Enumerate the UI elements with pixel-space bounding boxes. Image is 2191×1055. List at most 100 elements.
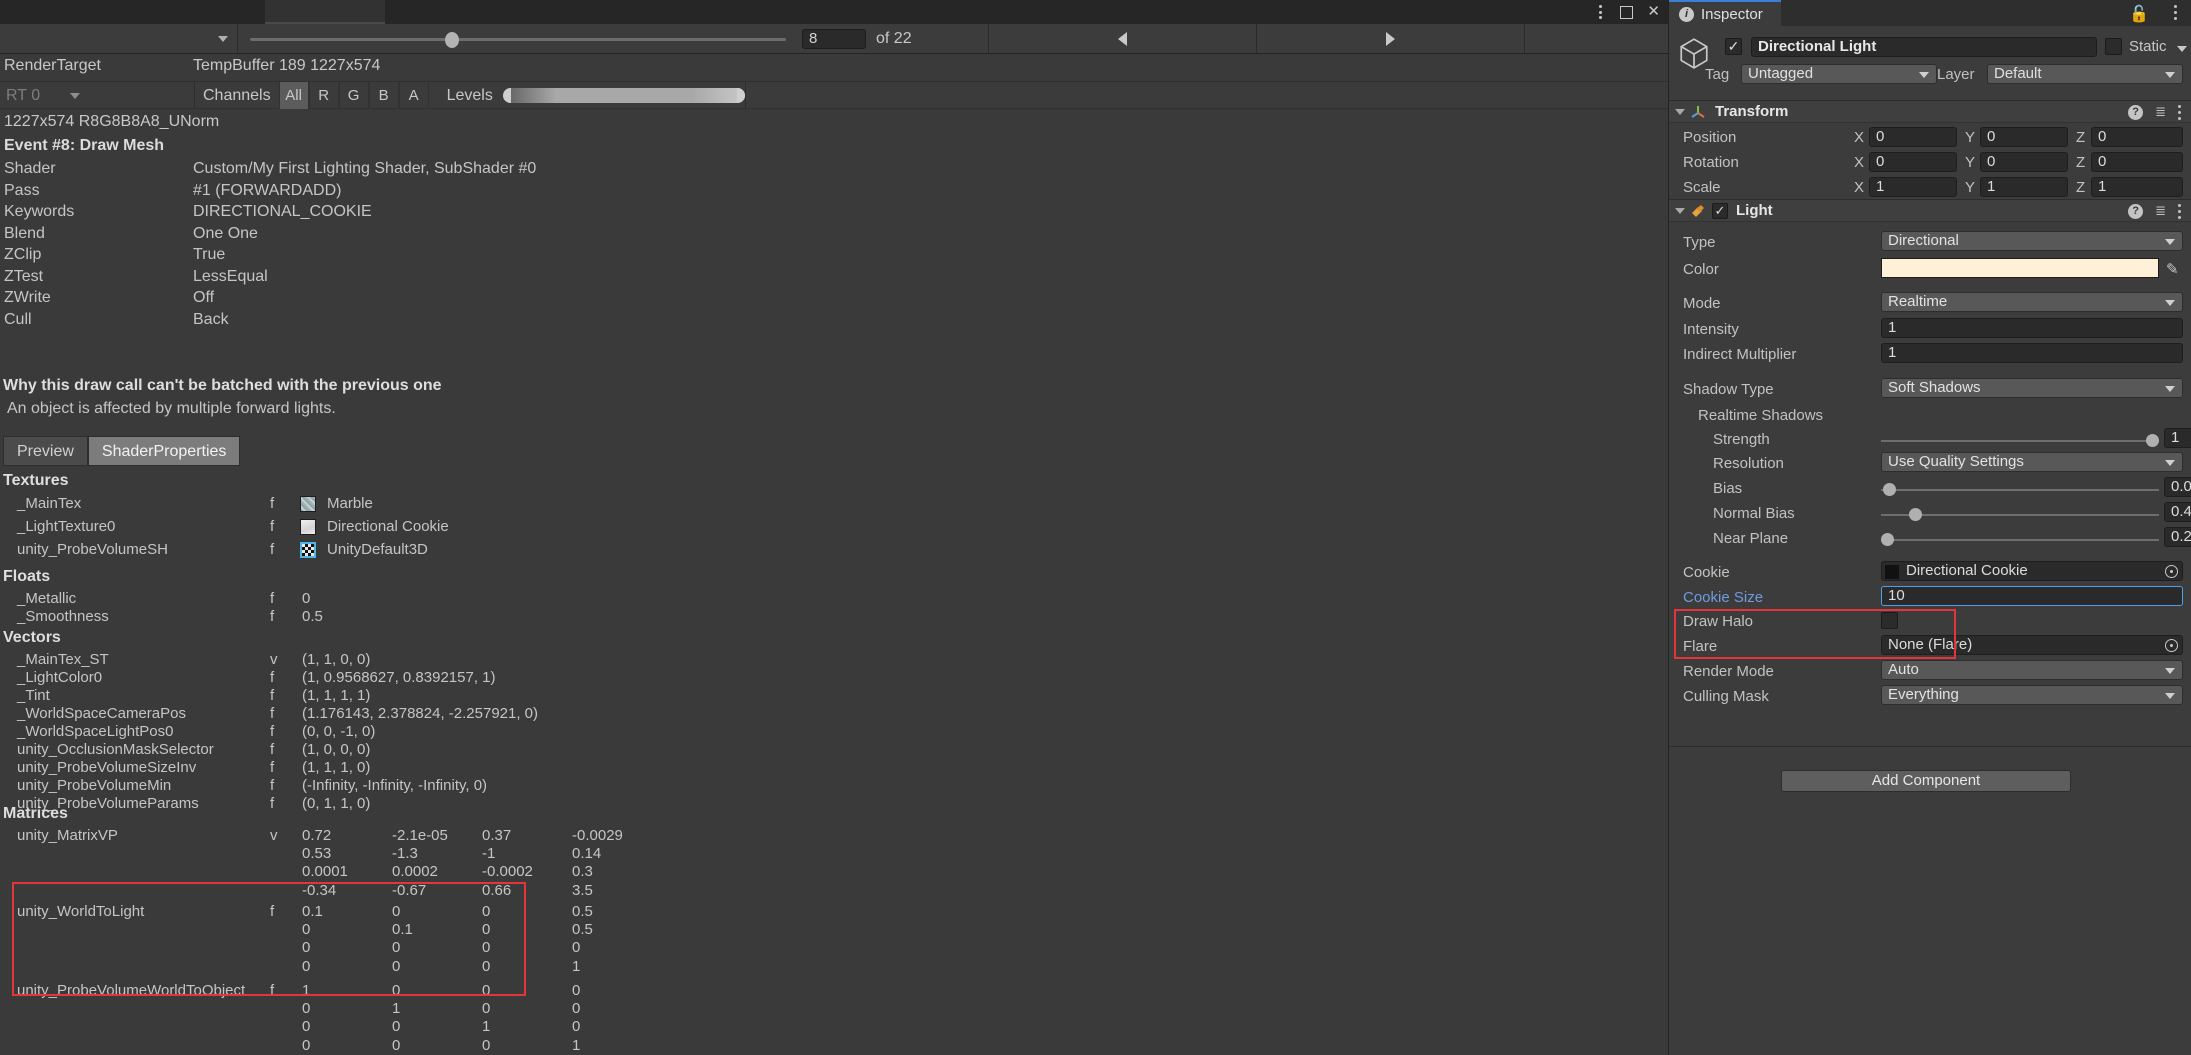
shadow-normal-bias-slider[interactable] [1881,514,2159,516]
eyedropper-icon[interactable]: ✎ [2166,260,2179,278]
shadow-strength-label: Strength [1713,431,1770,448]
shadow-normal-bias-field[interactable]: 0.4 [2164,502,2191,522]
matrix-cell: 1 [482,1018,491,1036]
foldout-arrow-icon[interactable] [1675,108,1685,115]
event-slider[interactable] [238,24,798,54]
maximize-icon[interactable] [1620,5,1634,19]
matrix-cell: 0.3 [572,863,593,881]
foldout-arrow-icon[interactable] [1675,207,1685,214]
shadow-near-plane-knob[interactable] [1881,533,1894,546]
cookie-size-field[interactable]: 10 [1881,586,2183,606]
close-icon[interactable]: ✕ [1647,2,1660,22]
help-icon[interactable]: ? [2128,203,2144,219]
position-z-field[interactable]: 0 [2091,127,2183,147]
event-index-input[interactable]: 8 [802,28,866,49]
matrix-cell: 0.5 [572,903,593,920]
inspector-menu-icon[interactable] [2174,5,2177,20]
frame-debugger-toolbar: 8 of 22 [0,23,1668,54]
rt-selector-dropdown[interactable]: RT 0 [0,81,195,109]
event-property-row: ZTest LessEqual [0,268,1668,290]
property-key: ZClip [4,246,42,263]
matrix-cell: 1 [302,982,311,999]
component-menu-icon[interactable] [2178,203,2181,219]
scale-y-field[interactable]: 1 [1980,177,2068,197]
shadow-bias-slider[interactable] [1881,489,2159,491]
render-mode-dropdown[interactable]: Auto [1881,660,2183,680]
object-picker-icon[interactable] [2165,639,2178,652]
gameobject-enabled-checkbox[interactable]: ✓ [1725,38,1742,55]
shadow-strength-knob[interactable] [2146,434,2159,447]
channel-button-a[interactable]: A [398,81,429,109]
preview-tabs: Preview ShaderProperties [3,436,241,466]
levels-slider[interactable] [502,87,745,103]
shadow-near-plane-slider[interactable] [1881,539,2159,541]
component-tools: ? ≣ [2128,203,2181,219]
light-enabled-checkbox[interactable]: ✓ [1712,202,1728,219]
target-dropdown[interactable] [0,23,238,54]
matrix-cell: 0 [572,982,581,999]
rotation-z-field[interactable]: 0 [2091,152,2183,172]
chevron-down-icon[interactable] [2177,46,2187,52]
matrix-cell: 0 [482,1036,491,1054]
light-intensity-field[interactable]: 1 [1881,318,2183,338]
tag-dropdown[interactable]: Untagged [1741,64,1937,84]
light-color-swatch[interactable] [1881,258,2159,278]
culling-mask-dropdown[interactable]: Everything [1881,685,2183,705]
channel-button-r[interactable]: R [308,81,339,109]
light-mode-dropdown[interactable]: Realtime [1881,292,2183,312]
matrix-cell: -0.34 [302,881,337,899]
more-menu-icon[interactable] [1595,3,1606,21]
shadow-normal-bias-knob[interactable] [1909,508,1922,521]
scale-x-field[interactable]: 1 [1869,177,1957,197]
rotation-y-field[interactable]: 0 [1980,152,2068,172]
position-y-field[interactable]: 0 [1980,127,2068,147]
matrix-type: f [270,982,275,999]
draw-halo-checkbox[interactable] [1881,612,1898,629]
layer-dropdown[interactable]: Default [1987,64,2183,84]
add-component-button[interactable]: Add Component [1781,770,2071,792]
preset-icon[interactable]: ≣ [2155,104,2166,120]
inactive-tab[interactable] [265,0,385,24]
channel-button-b[interactable]: B [368,81,399,109]
tab-shader-properties[interactable]: ShaderProperties [87,436,241,466]
static-checkbox[interactable] [2105,38,2122,55]
position-x-field[interactable]: 0 [1869,127,1957,147]
object-picker-icon[interactable] [2165,565,2178,578]
property-type: f [270,705,275,722]
shadow-near-plane-field[interactable]: 0.2 [2164,527,2191,547]
shadow-strength-field[interactable]: 1 [2164,428,2191,448]
matrix-cell: 0.1 [302,903,323,920]
component-header-light[interactable]: ✓ Light ? ≣ [1669,199,2191,222]
property-value: 0.5 [302,608,323,625]
shadow-resolution-dropdown[interactable]: Use Quality Settings [1881,452,2183,472]
gameobject-name-field[interactable]: Directional Light [1751,37,2097,57]
rotation-x-field[interactable]: 0 [1869,152,1957,172]
flare-objectfield[interactable]: None (Flare) [1881,635,2183,655]
shadow-bias-knob[interactable] [1883,483,1896,496]
property-key: Keywords [4,203,75,220]
component-menu-icon[interactable] [2178,104,2181,120]
light-type-dropdown[interactable]: Directional [1881,231,2183,251]
channel-button-all[interactable]: All [278,81,309,109]
preset-icon[interactable]: ≣ [2155,203,2166,219]
matrix-cell: 0 [302,1036,311,1054]
gameobject-header: ✓ Directional Light Static Tag Untagged … [1669,26,2191,100]
component-header-transform[interactable]: Transform ? ≣ [1669,100,2191,123]
property-value: (1, 1, 1, 1) [302,687,371,704]
lock-icon[interactable]: 🔓 [2129,4,2149,24]
property-type: f [270,777,275,794]
prev-event-button[interactable] [987,24,1256,53]
scale-z-field[interactable]: 1 [2091,177,2183,197]
channel-button-g[interactable]: G [338,81,369,109]
event-slider-knob[interactable] [445,31,460,48]
property-type: f [270,518,275,535]
tab-inspector[interactable]: i Inspector [1669,0,1781,26]
shadow-bias-field[interactable]: 0.05 [2164,477,2191,497]
next-event-button[interactable] [1255,24,1524,53]
shadow-type-dropdown[interactable]: Soft Shadows [1881,378,2183,398]
cookie-objectfield[interactable]: Directional Cookie [1881,561,2183,581]
shadow-strength-slider[interactable] [1881,440,2159,442]
tab-preview[interactable]: Preview [3,436,88,466]
light-indirect-field[interactable]: 1 [1881,343,2183,363]
help-icon[interactable]: ? [2128,104,2144,120]
